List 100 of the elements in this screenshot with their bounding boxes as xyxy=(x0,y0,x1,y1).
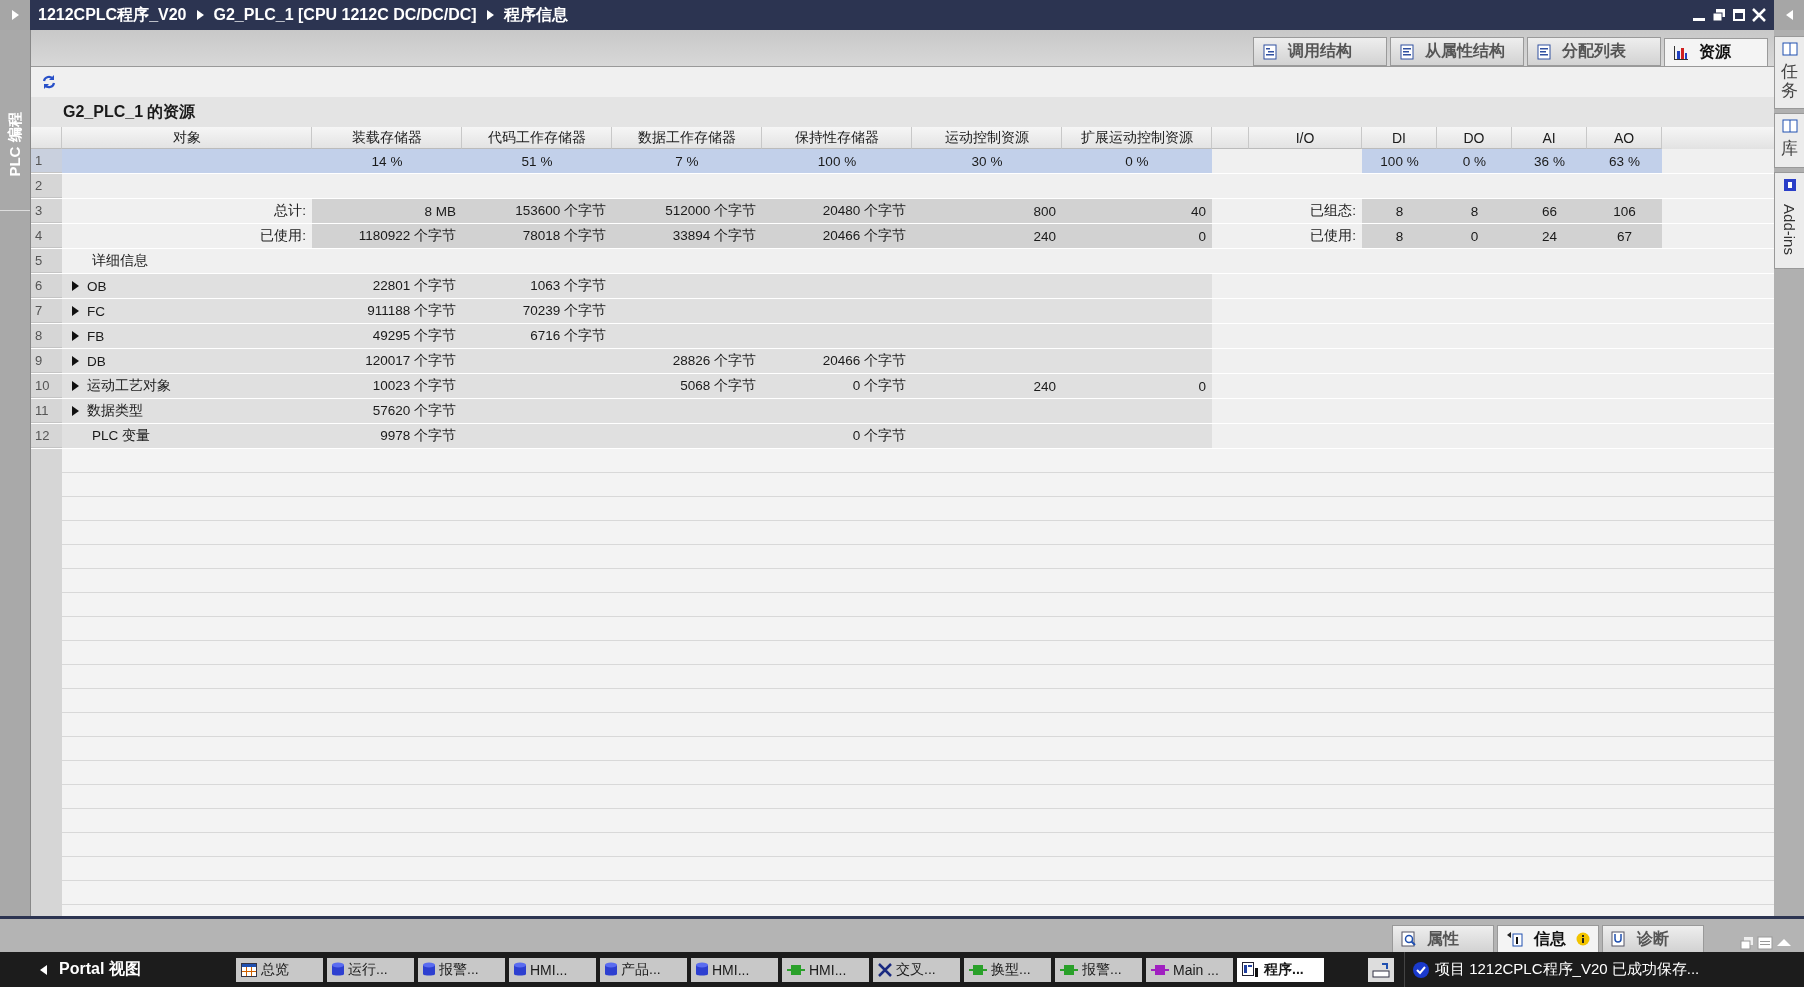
table-cell: 1180922 个字节 xyxy=(312,224,462,248)
row-number[interactable]: 4 xyxy=(31,224,62,248)
row-number[interactable]: 8 xyxy=(31,324,62,348)
taskbar-item[interactable]: 交叉... xyxy=(873,957,960,982)
view-tab[interactable]: 资源 xyxy=(1664,38,1768,66)
row-number[interactable]: 2 xyxy=(31,174,62,198)
program-info-icon xyxy=(1242,961,1260,978)
table-cell: 36 % xyxy=(1512,149,1587,173)
inspector-tab[interactable]: 信息 xyxy=(1497,925,1599,952)
taskbar-item[interactable]: 运行... xyxy=(327,957,414,982)
close-icon[interactable] xyxy=(1752,8,1766,22)
table-cell: 67 xyxy=(1587,224,1662,248)
table-cell: 28826 个字节 xyxy=(612,349,762,373)
side-tab[interactable]: 任务 xyxy=(1774,36,1804,110)
table-cell: 0 xyxy=(1062,374,1212,398)
view-tab[interactable]: 调用结构 xyxy=(1253,37,1387,66)
table-cell: 14 % xyxy=(312,149,462,173)
table-cell: 1063 个字节 xyxy=(462,274,612,298)
breadcrumb-item[interactable]: G2_PLC_1 [CPU 1212C DC/DC/DC] xyxy=(213,6,477,24)
table-cell: 0 % xyxy=(1437,149,1512,173)
database-icon xyxy=(332,962,344,977)
section-title: G2_PLC_1 的资源 xyxy=(63,101,196,122)
table-cell: PLC 变量 xyxy=(62,424,312,448)
table-cell: 100 % xyxy=(762,149,912,173)
row-number[interactable]: 10 xyxy=(31,374,62,398)
taskbar-item[interactable]: HMI... xyxy=(509,957,596,982)
inspector-tab[interactable]: 属性 xyxy=(1392,925,1494,952)
table-cell: 8 xyxy=(1362,224,1437,248)
list-icon xyxy=(1536,43,1552,60)
breadcrumb-item[interactable]: 1212CPLC程序_V20 xyxy=(38,4,187,26)
table-cell: 100 % xyxy=(1362,149,1437,173)
table-cell: 0 xyxy=(1437,224,1512,248)
table-cell: 24 xyxy=(1512,224,1587,248)
caret-icon xyxy=(1785,10,1793,20)
side-tab[interactable]: 库 xyxy=(1774,113,1804,169)
taskbar-item[interactable]: HMI... xyxy=(782,957,869,982)
book-icon xyxy=(1781,41,1798,57)
table-cell: 106 xyxy=(1587,199,1662,223)
row-number[interactable]: 5 xyxy=(31,249,62,273)
table-cell: FC xyxy=(62,299,312,323)
caret-icon[interactable] xyxy=(72,306,79,316)
taskbar-item[interactable]: 程序... xyxy=(1237,957,1324,982)
table-cell: 0 % xyxy=(1062,149,1212,173)
puzzle-icon xyxy=(1781,177,1798,194)
inspector-tab[interactable]: 诊断 xyxy=(1602,925,1704,952)
table-cell: 20466 个字节 xyxy=(762,349,912,373)
caret-icon[interactable] xyxy=(72,381,79,391)
refresh-icon[interactable] xyxy=(41,74,57,90)
table-cell: 8 xyxy=(1437,199,1512,223)
caret-icon[interactable] xyxy=(72,406,79,416)
table-cell: 63 % xyxy=(1587,149,1662,173)
breadcrumb-item[interactable]: 程序信息 xyxy=(503,4,568,26)
table-cell: 30 % xyxy=(912,149,1062,173)
table-cell: 9978 个字节 xyxy=(312,424,462,448)
view-tab[interactable]: 分配列表 xyxy=(1527,37,1661,66)
book-icon xyxy=(1781,118,1798,135)
editor-bar-button[interactable] xyxy=(1368,957,1394,982)
view-tab[interactable]: 从属性结构 xyxy=(1390,37,1524,66)
info-list-icon xyxy=(1506,931,1524,947)
table-cell: 66 xyxy=(1512,199,1587,223)
taskbar-item[interactable]: 产品... xyxy=(600,957,687,982)
restore-icon[interactable] xyxy=(1712,8,1726,22)
side-tab[interactable]: Add-ins xyxy=(1774,172,1804,270)
table-cell: 57620 个字节 xyxy=(312,399,462,423)
table-cell: 8 MB xyxy=(312,199,462,223)
table-cell: 20466 个字节 xyxy=(762,224,912,248)
table-cell: 70239 个字节 xyxy=(462,299,612,323)
table-cell: 0 xyxy=(1062,224,1212,248)
taskbar-item[interactable]: Main ... xyxy=(1146,957,1233,982)
table-cell: FB xyxy=(62,324,312,348)
row-number[interactable]: 11 xyxy=(31,399,62,423)
row-number[interactable]: 9 xyxy=(31,349,62,373)
bar-chart-icon xyxy=(1673,44,1689,61)
table-cell: 5068 个字节 xyxy=(612,374,762,398)
caret-icon[interactable] xyxy=(72,281,79,291)
taskbar-item[interactable]: 总览 xyxy=(236,957,323,982)
table-cell: 7 % xyxy=(612,149,762,173)
table-cell: 51 % xyxy=(462,149,612,173)
row-number[interactable]: 3 xyxy=(31,199,62,223)
table-cell: 78018 个字节 xyxy=(462,224,612,248)
taskbar-item[interactable]: HMI... xyxy=(691,957,778,982)
portal-view-button[interactable]: Portal 视图 xyxy=(0,959,236,980)
row-number[interactable]: 12 xyxy=(31,424,62,448)
taskbar-item[interactable]: 报警... xyxy=(1055,957,1142,982)
table-cell: 512000 个字节 xyxy=(612,199,762,223)
check-icon xyxy=(1413,961,1429,978)
maximize-icon[interactable] xyxy=(1732,8,1746,22)
table-cell: 240 xyxy=(912,224,1062,248)
taskbar-item[interactable]: 报警... xyxy=(418,957,505,982)
row-number[interactable]: 6 xyxy=(31,274,62,298)
row-number[interactable]: 1 xyxy=(31,149,62,173)
taskbar-item[interactable]: 换型... xyxy=(964,957,1051,982)
cell-text: 详细信息 xyxy=(92,252,148,270)
database-icon xyxy=(514,962,526,977)
row-number[interactable]: 7 xyxy=(31,299,62,323)
cell-text: 已使用: xyxy=(260,227,306,245)
caret-icon[interactable] xyxy=(72,356,79,366)
table-cell: 运动工艺对象 xyxy=(62,374,312,398)
caret-icon[interactable] xyxy=(72,331,79,341)
cross-icon xyxy=(878,962,892,977)
